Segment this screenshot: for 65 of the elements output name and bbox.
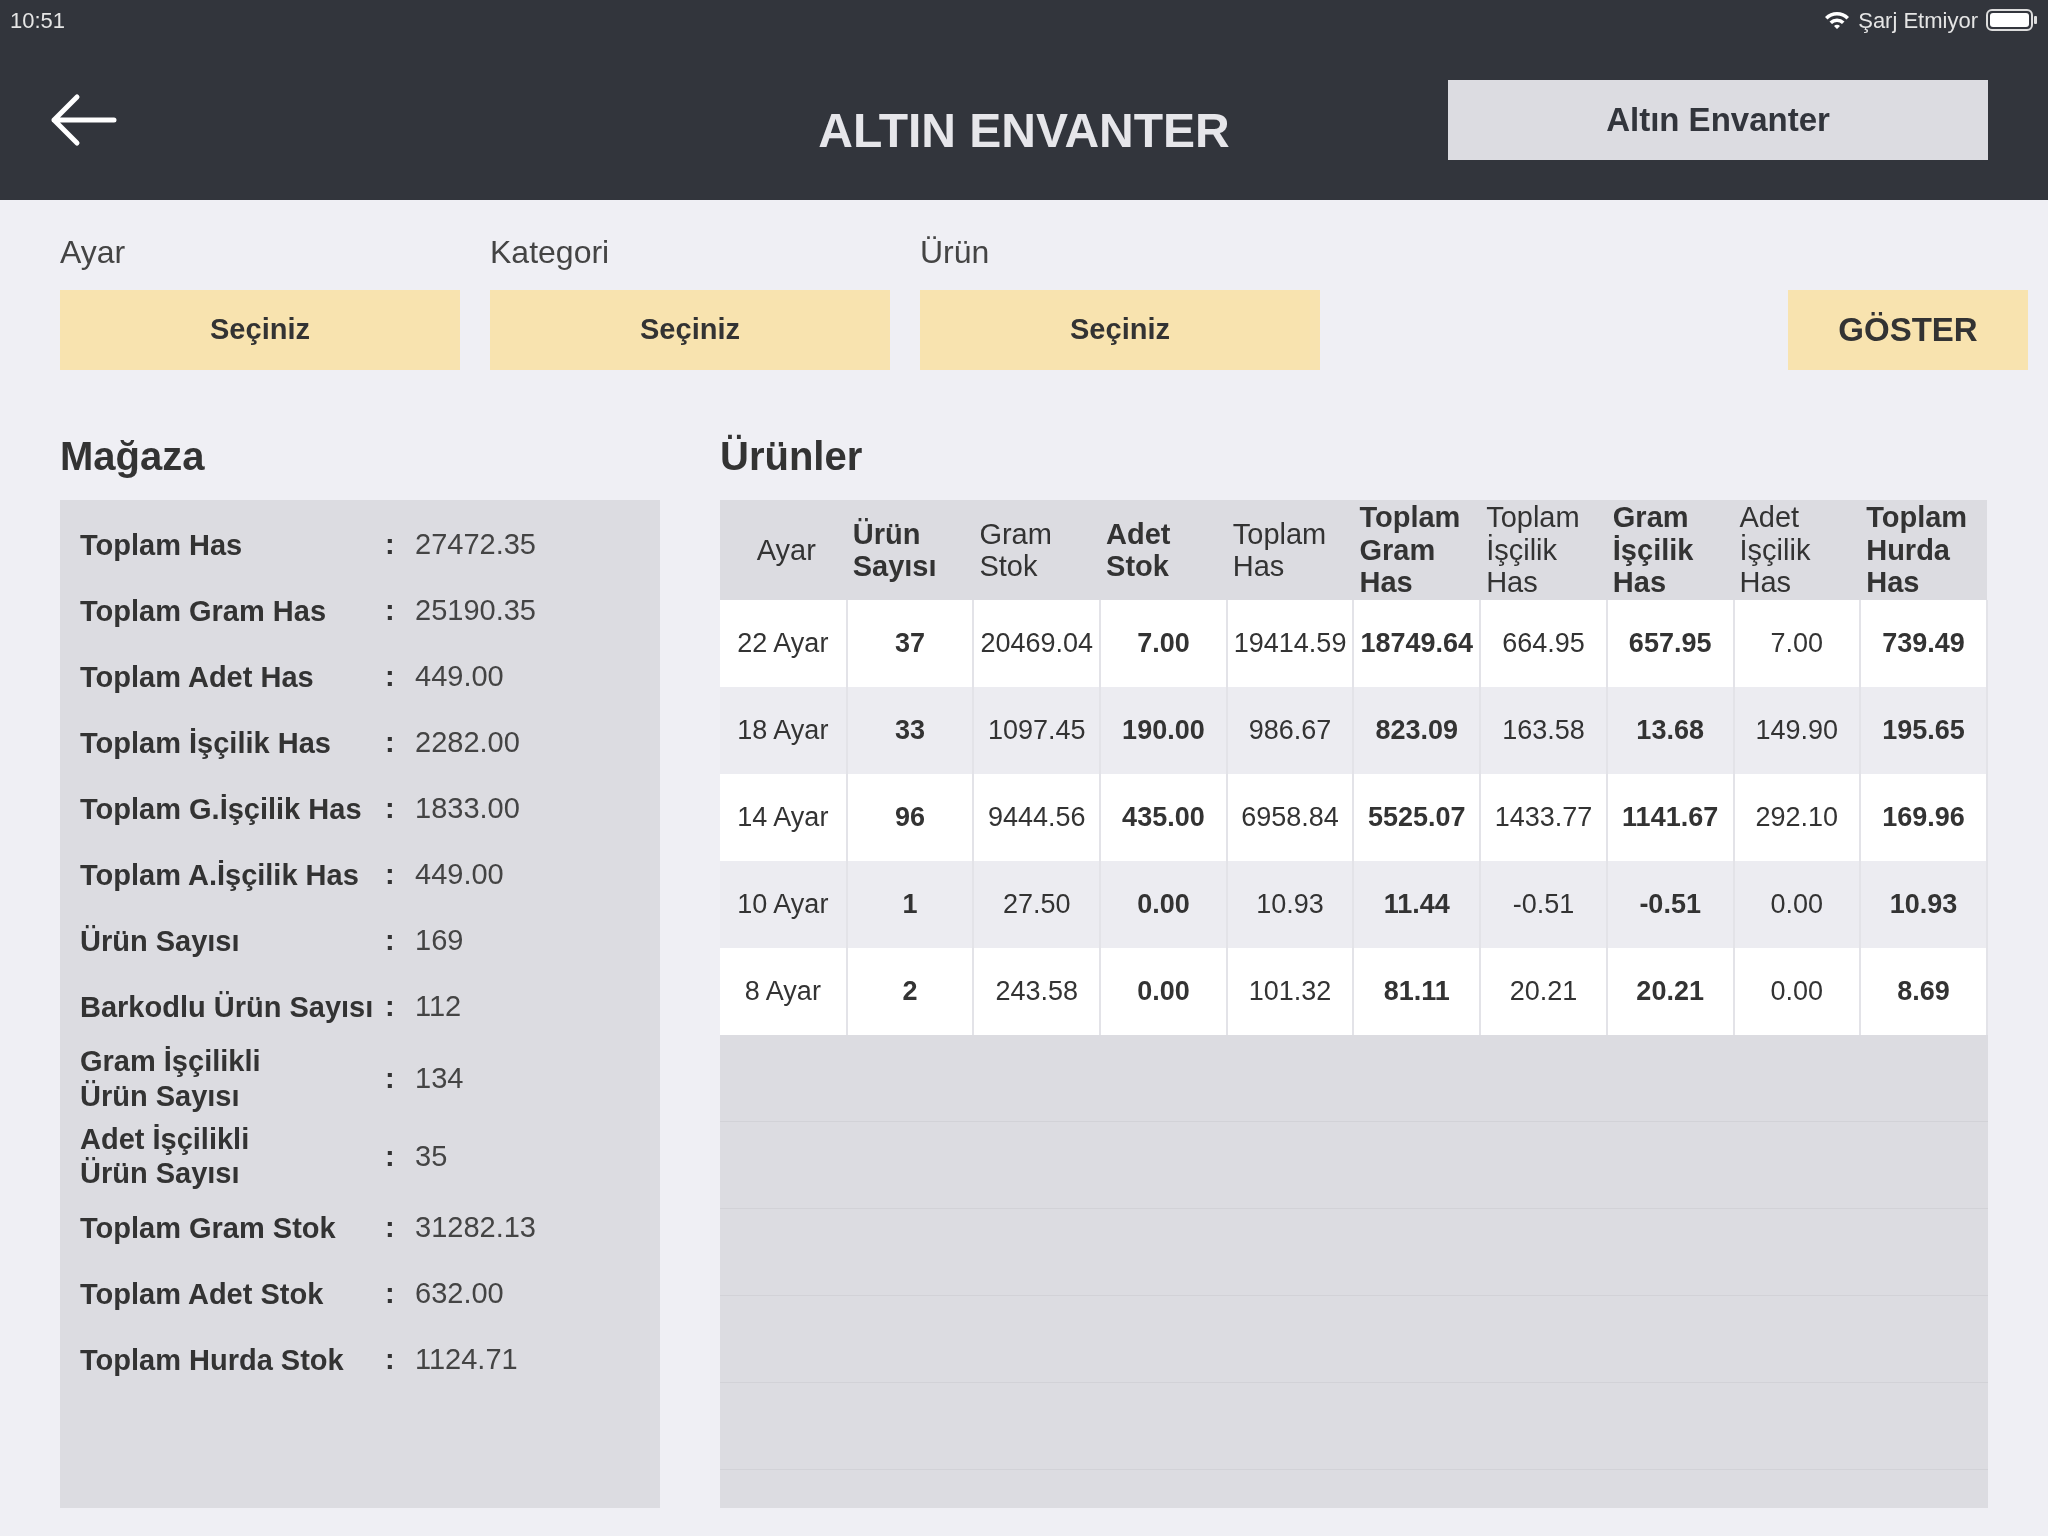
summary-value: 27472.35 bbox=[415, 527, 536, 563]
column-header: Ürün Sayısı bbox=[846, 500, 974, 600]
filter-label: Ayar bbox=[60, 233, 127, 272]
colon-separator: : bbox=[385, 1342, 396, 1378]
colon-separator: : bbox=[385, 659, 396, 695]
summary-value: 1124.71 bbox=[415, 1342, 518, 1378]
summary-label: Ürün Sayısı bbox=[80, 923, 241, 959]
section-title: Mağaza bbox=[60, 433, 206, 480]
summary-label: Toplam Adet Has bbox=[80, 659, 315, 695]
filter-label: Kategori bbox=[490, 233, 611, 272]
show-button[interactable]: GÖSTER bbox=[1788, 290, 2028, 370]
colon-separator: : bbox=[385, 527, 396, 563]
summary-label: Gram İşçilikli Ürün Sayısı bbox=[80, 1044, 262, 1114]
summary-label: Toplam Adet Stok bbox=[80, 1276, 325, 1312]
colon-separator: : bbox=[385, 1276, 396, 1312]
status-time: 10:51 bbox=[10, 6, 66, 35]
dropdown-button[interactable]: Seçiniz bbox=[920, 290, 1320, 370]
colon-separator: : bbox=[385, 725, 396, 761]
filter-label: Ürün bbox=[920, 233, 991, 272]
column-header: Toplam Gram Has bbox=[1353, 500, 1481, 600]
summary-value: 31282.13 bbox=[415, 1210, 536, 1246]
colon-separator: : bbox=[385, 1061, 396, 1097]
summary-label: Toplam A.İşçilik Has bbox=[80, 857, 360, 893]
summary-label: Adet İşçilikli Ürün Sayısı bbox=[80, 1121, 251, 1192]
summary-value: 1833.00 bbox=[415, 791, 520, 827]
summary-label: Barkodlu Ürün Sayısı bbox=[80, 989, 375, 1025]
column-header: Adet Stok bbox=[1100, 500, 1227, 600]
column-header: Adet İşçilik Has bbox=[1733, 500, 1861, 600]
summary-label: Toplam Gram Stok bbox=[80, 1210, 337, 1246]
wifi-icon bbox=[1824, 10, 1851, 30]
inventory-button[interactable]: Altın Envanter bbox=[1448, 80, 1988, 160]
summary-value: 2282.00 bbox=[415, 725, 520, 761]
page-title: ALTIN ENVANTER bbox=[818, 103, 1230, 159]
summary-value: 134 bbox=[415, 1061, 464, 1097]
summary-label: Toplam Has bbox=[80, 527, 244, 563]
column-header: Ayar bbox=[720, 500, 847, 600]
summary-value: 449.00 bbox=[415, 659, 504, 695]
column-header: Toplam İşçilik Has bbox=[1480, 500, 1607, 600]
summary-value: 112 bbox=[415, 989, 462, 1025]
summary-value: 169 bbox=[415, 923, 464, 959]
charging-status: Şarj Etmiyor bbox=[1858, 6, 1978, 35]
back-arrow-icon[interactable] bbox=[50, 93, 118, 147]
colon-separator: : bbox=[385, 1138, 396, 1174]
dropdown-button[interactable]: Seçiniz bbox=[490, 290, 890, 370]
colon-separator: : bbox=[385, 989, 396, 1025]
column-header: Toplam Has bbox=[1226, 500, 1354, 600]
colon-separator: : bbox=[385, 593, 396, 629]
colon-separator: : bbox=[385, 857, 396, 893]
summary-label: Toplam G.İşçilik Has bbox=[80, 791, 363, 827]
summary-label: Toplam Hurda Stok bbox=[80, 1342, 345, 1378]
summary-value: 35 bbox=[415, 1138, 448, 1174]
section-title: Ürünler bbox=[720, 433, 864, 480]
summary-value: 632.00 bbox=[415, 1276, 504, 1312]
colon-separator: : bbox=[385, 923, 396, 959]
colon-separator: : bbox=[385, 1210, 396, 1246]
summary-value: 449.00 bbox=[415, 857, 504, 893]
battery-icon bbox=[1986, 9, 2038, 31]
dropdown-button[interactable]: Seçiniz bbox=[60, 290, 460, 370]
column-header: Gram Stok bbox=[973, 500, 1101, 600]
summary-value: 25190.35 bbox=[415, 593, 536, 629]
summary-label: Toplam İşçilik Has bbox=[80, 725, 332, 761]
column-header: Gram İşçilik Has bbox=[1606, 500, 1734, 600]
summary-label: Toplam Gram Has bbox=[80, 593, 328, 629]
colon-separator: : bbox=[385, 791, 396, 827]
column-header: Toplam Hurda Has bbox=[1860, 500, 1987, 600]
